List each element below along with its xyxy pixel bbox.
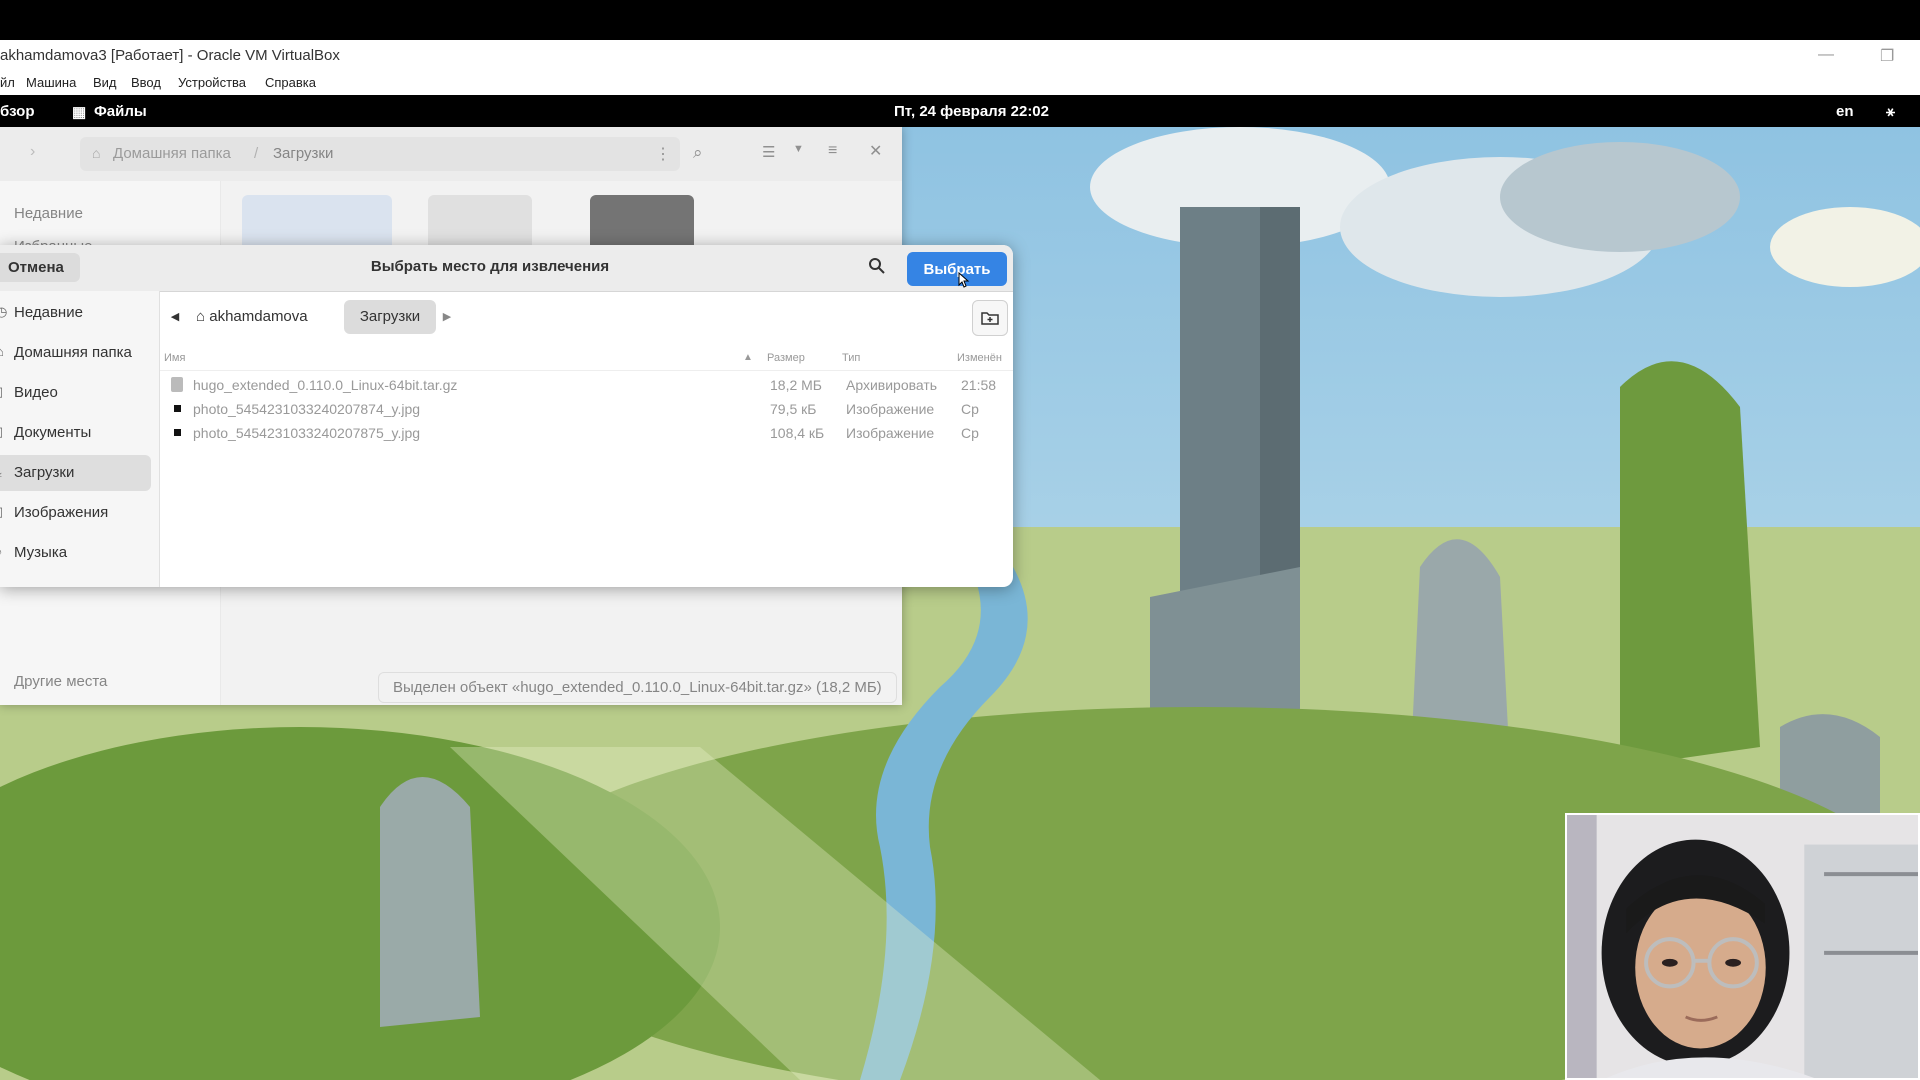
menu-devices[interactable]: Устройства bbox=[178, 75, 246, 90]
path-home-button[interactable]: ⌂ akhamdamova bbox=[186, 300, 318, 334]
menu-help[interactable]: Справка bbox=[265, 75, 316, 90]
home-icon: ⌂ bbox=[196, 308, 210, 325]
video-icon: ▯ bbox=[0, 384, 8, 400]
select-button[interactable]: Выбрать bbox=[907, 252, 1007, 286]
window-title: akhamdamova3 [Работает] - Oracle VM Virt… bbox=[0, 47, 340, 64]
file-modified: Ср bbox=[961, 425, 979, 441]
image-icon: ▯ bbox=[0, 504, 8, 520]
sidebar-item-home[interactable]: ⌂ Домашняя папка bbox=[0, 335, 151, 371]
file-size: 108,4 кБ bbox=[770, 425, 825, 441]
file-name: hugo_extended_0.110.0_Linux-64bit.tar.gz bbox=[193, 377, 458, 393]
file-type: Архивировать bbox=[846, 377, 938, 393]
input-language[interactable]: en bbox=[1836, 103, 1854, 120]
sidebar-item-recent[interactable]: ◷ Недавние bbox=[0, 295, 151, 331]
search-icon[interactable] bbox=[868, 257, 886, 275]
menu-input[interactable]: Ввод bbox=[131, 75, 161, 90]
dialog-file-area: ◀ ⌂ akhamdamova Загрузки ▶ Имя ▲ Размер … bbox=[160, 291, 1013, 587]
path-downloads-button[interactable]: Загрузки bbox=[344, 300, 436, 334]
network-icon[interactable]: ⚹ bbox=[1886, 103, 1895, 120]
sidebar-item-pictures[interactable]: ▯ Изображения bbox=[0, 495, 151, 531]
sidebar-item-downloads[interactable]: ⤓ Загрузки bbox=[0, 455, 151, 491]
file-size: 18,2 МБ bbox=[770, 377, 822, 393]
file-row[interactable]: photo_5454231033240207874_y.jpg 79,5 кБ … bbox=[160, 397, 1013, 421]
webcam-overlay bbox=[1565, 813, 1920, 1080]
column-name[interactable]: Имя bbox=[164, 352, 185, 364]
app-menu-files[interactable]: Файлы bbox=[94, 103, 147, 120]
gnome-top-bar: бзор ▦ Файлы Пт, 24 февраля 22:02 en ⚹ bbox=[0, 95, 1920, 127]
new-folder-icon bbox=[981, 312, 999, 325]
clock-icon: ◷ bbox=[0, 304, 8, 319]
download-icon: ⤓ bbox=[0, 464, 8, 480]
column-type[interactable]: Тип bbox=[842, 352, 860, 364]
archive-icon bbox=[171, 377, 183, 392]
path-back-arrow-icon[interactable]: ◀ bbox=[166, 300, 184, 334]
sidebar-item-music[interactable]: ♪ Музыка bbox=[0, 535, 151, 571]
image-file-icon bbox=[171, 401, 183, 416]
sidebar-item-videos[interactable]: ▯ Видео bbox=[0, 375, 151, 411]
file-modified: Ср bbox=[961, 401, 979, 417]
file-modified: 21:58 bbox=[961, 377, 997, 393]
restore-icon[interactable]: ❐ bbox=[1880, 46, 1894, 66]
dialog-headerbar: Отмена Выбрать место для извлечения Выбр… bbox=[0, 245, 1013, 292]
file-list-header: Имя ▲ Размер Тип Изменён bbox=[160, 346, 1013, 371]
file-row[interactable]: hugo_extended_0.110.0_Linux-64bit.tar.gz… bbox=[160, 373, 1013, 397]
screen-top-border bbox=[0, 0, 1920, 40]
music-icon: ♪ bbox=[0, 544, 8, 560]
file-name: photo_5454231033240207875_y.jpg bbox=[193, 425, 421, 441]
sidebar-item-documents[interactable]: ▯ Документы bbox=[0, 415, 151, 451]
file-size: 79,5 кБ bbox=[770, 401, 817, 417]
file-type: Изображение bbox=[846, 425, 935, 441]
menu-file[interactable]: йл bbox=[0, 75, 15, 90]
file-type: Изображение bbox=[846, 401, 935, 417]
column-size[interactable]: Размер bbox=[767, 352, 805, 364]
path-forward-arrow-icon[interactable]: ▶ bbox=[440, 300, 454, 334]
mouse-cursor-icon bbox=[958, 272, 970, 288]
extract-location-dialog: Отмена Выбрать место для извлечения Выбр… bbox=[0, 245, 1013, 587]
virtualbox-titlebar: akhamdamova3 [Работает] - Oracle VM Virt… bbox=[0, 40, 1920, 70]
new-folder-button[interactable] bbox=[972, 300, 1008, 336]
activities-button[interactable]: бзор bbox=[0, 103, 34, 120]
clock[interactable]: Пт, 24 февраля 22:02 bbox=[894, 103, 1049, 120]
menu-machine[interactable]: Машина bbox=[26, 75, 76, 90]
document-icon: ▯ bbox=[0, 424, 8, 440]
minimize-icon[interactable]: — bbox=[1818, 46, 1834, 64]
file-row[interactable]: photo_5454231033240207875_y.jpg 108,4 кБ… bbox=[160, 421, 1013, 445]
file-name: photo_5454231033240207874_y.jpg bbox=[193, 401, 421, 417]
image-file-icon bbox=[171, 425, 183, 440]
virtualbox-menubar: йл Машина Вид Ввод Устройства Справка bbox=[0, 70, 1920, 95]
dialog-sidebar: ◷ Недавние ⌂ Домашняя папка ▯ Видео ▯ До… bbox=[0, 291, 160, 587]
menu-view[interactable]: Вид bbox=[93, 75, 117, 90]
dialog-title: Выбрать место для извлечения bbox=[370, 258, 610, 275]
column-modified[interactable]: Изменён bbox=[957, 352, 1002, 364]
sort-ascending-icon[interactable]: ▲ bbox=[743, 352, 753, 363]
files-app-icon[interactable]: ▦ bbox=[72, 103, 86, 121]
home-icon: ⌂ bbox=[0, 344, 8, 360]
